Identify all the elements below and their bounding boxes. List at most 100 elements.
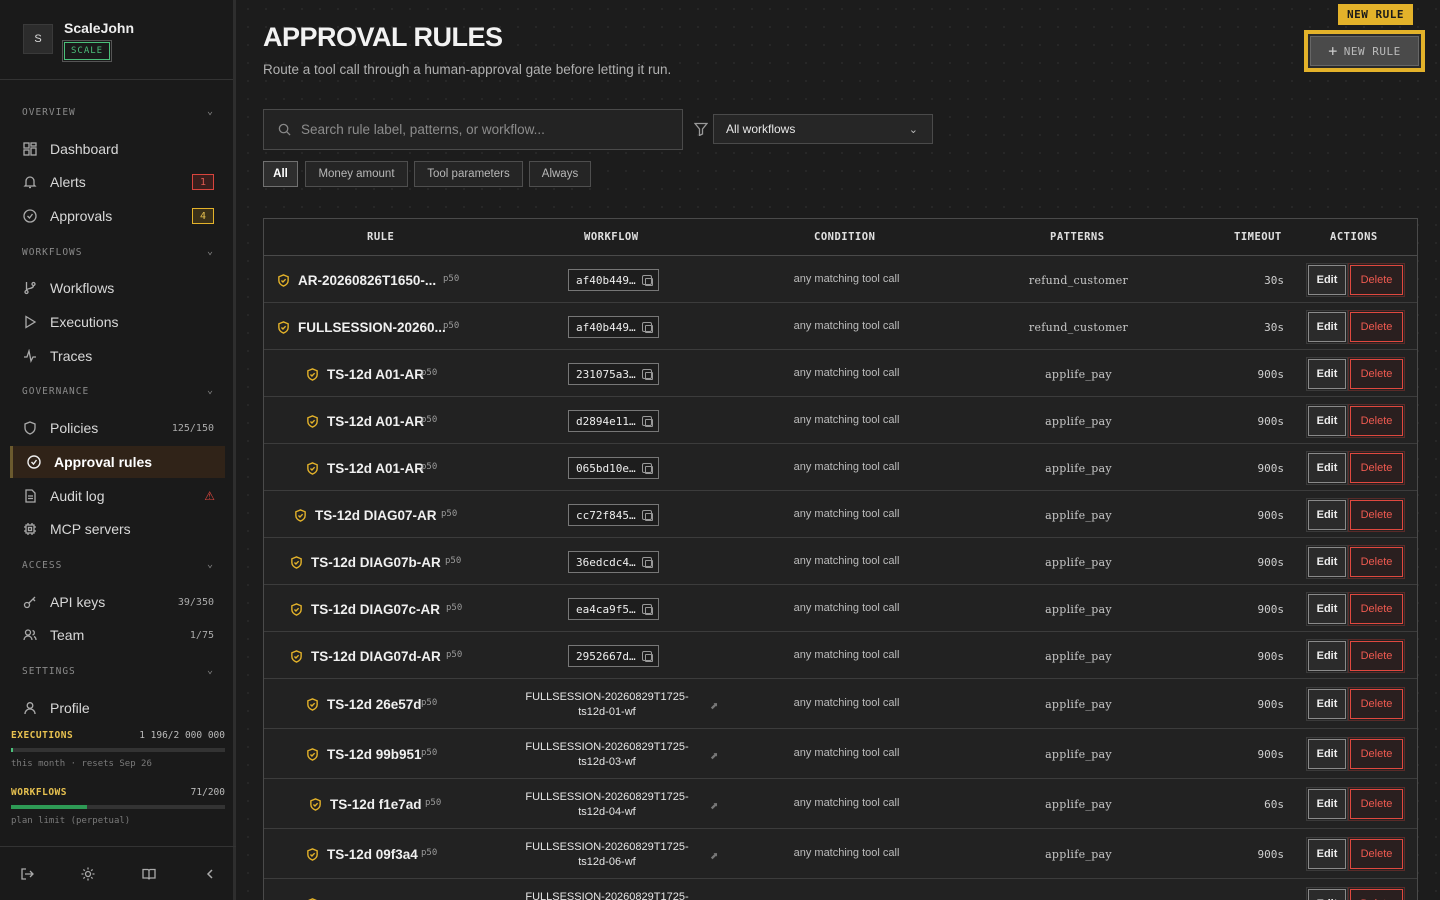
edit-button[interactable]: Edit <box>1306 404 1348 438</box>
copy-icon[interactable] <box>642 604 653 615</box>
delete-button[interactable]: Delete <box>1348 357 1405 391</box>
workflow-name[interactable]: FULLSESSION-20260829T1725-ts12d-03-wf <box>514 740 700 770</box>
copy-icon[interactable] <box>642 322 653 333</box>
rule-cell[interactable]: TS-12d DIAG07c-AR p50 <box>290 600 462 618</box>
delete-button[interactable]: Delete <box>1348 837 1405 871</box>
edit-button[interactable]: Edit <box>1306 687 1348 721</box>
workflow-id-chip[interactable]: af40b449… <box>568 316 659 338</box>
copy-icon[interactable] <box>642 416 653 427</box>
rule-cell[interactable]: TS-12d A01-AR p50 <box>306 365 437 383</box>
delete-button[interactable]: Delete <box>1348 887 1405 900</box>
workflow-id-chip[interactable]: cc72f845… <box>568 504 659 526</box>
sidebar-item-alerts[interactable]: Alerts 1 <box>10 166 225 198</box>
sidebar-item-audit-log[interactable]: Audit log ⚠ <box>10 480 225 512</box>
theme-toggle-icon[interactable] <box>79 865 97 883</box>
edit-button[interactable]: Edit <box>1306 787 1348 821</box>
workflow-id-chip[interactable]: 231075a3… <box>568 363 659 385</box>
copy-icon[interactable] <box>642 510 653 521</box>
sidebar-item-executions[interactable]: Executions <box>10 306 225 338</box>
workspace-switcher[interactable]: S ScaleJohn SCALE <box>0 0 233 80</box>
workflow-id-chip[interactable]: ea4ca9f5… <box>568 598 659 620</box>
sidebar-item-api-keys[interactable]: API keys 39/350 <box>10 586 225 618</box>
sidebar-item-approval-rules[interactable]: Approval rules <box>10 446 225 478</box>
chip-always[interactable]: Always <box>529 161 591 187</box>
rule-cell[interactable]: TS-12d DIAG07-AR p50 <box>294 506 457 524</box>
delete-button[interactable]: Delete <box>1348 787 1405 821</box>
delete-button[interactable]: Delete <box>1348 737 1405 771</box>
edit-button[interactable]: Edit <box>1306 451 1348 485</box>
delete-button[interactable]: Delete <box>1348 404 1405 438</box>
sidebar-item-policies[interactable]: Policies 125/150 <box>10 412 225 444</box>
rule-cell[interactable] <box>306 895 327 900</box>
sidebar-item-approvals[interactable]: Approvals 4 <box>10 200 225 232</box>
edit-button[interactable]: Edit <box>1306 639 1348 673</box>
workflow-id-chip[interactable]: d2894e11… <box>568 410 659 432</box>
delete-button[interactable]: Delete <box>1348 498 1405 532</box>
copy-icon[interactable] <box>642 651 653 662</box>
docs-book-icon[interactable] <box>140 865 158 883</box>
section-governance[interactable]: GOVERNANCE ⌄ <box>22 385 214 397</box>
rule-cell[interactable]: TS-12d 99b951 p50 <box>306 745 437 763</box>
workflow-id-chip[interactable]: 065bd10e… <box>568 457 659 479</box>
edit-button[interactable]: Edit <box>1306 498 1348 532</box>
workflow-id-chip[interactable]: af40b449… <box>568 269 659 291</box>
edit-button[interactable]: Edit <box>1306 592 1348 626</box>
edit-button[interactable]: Edit <box>1306 737 1348 771</box>
sidebar-item-mcp-servers[interactable]: MCP servers <box>10 513 225 545</box>
section-overview[interactable]: OVERVIEW ⌄ <box>22 106 214 118</box>
column-header-actions: ACTIONS <box>1330 231 1378 243</box>
edit-button[interactable]: Edit <box>1306 887 1348 900</box>
sidebar-item-dashboard[interactable]: Dashboard <box>10 133 225 165</box>
edit-button[interactable]: Edit <box>1306 310 1348 344</box>
workflow-name[interactable]: FULLSESSION-20260829T1725-ts12d-06-wf <box>514 840 700 870</box>
delete-button[interactable]: Delete <box>1348 545 1405 579</box>
workflow-id-chip[interactable]: 2952667d… <box>568 645 659 667</box>
edit-button[interactable]: Edit <box>1306 545 1348 579</box>
copy-icon[interactable] <box>642 275 653 286</box>
delete-button[interactable]: Delete <box>1348 310 1405 344</box>
workflow-name[interactable]: FULLSESSION-20260829T1725-ts12d-01-wf <box>514 690 700 720</box>
rule-cell[interactable]: TS-12d A01-AR p50 <box>306 459 437 477</box>
delete-button[interactable]: Delete <box>1348 639 1405 673</box>
workflow-filter-select[interactable]: All workflows ⌄ <box>713 114 933 144</box>
logout-icon[interactable] <box>18 865 36 883</box>
rule-cell[interactable]: TS-12d DIAG07b-AR p50 <box>290 553 461 571</box>
copy-icon[interactable] <box>642 369 653 380</box>
search-input[interactable]: Search rule label, patterns, or workflow… <box>263 109 683 150</box>
rule-cell[interactable]: TS-12d DIAG07d-AR p50 <box>290 647 462 665</box>
collapse-sidebar-icon[interactable] <box>201 865 219 883</box>
workflow-name[interactable]: FULLSESSION-20260829T1725- <box>514 890 700 900</box>
rule-label: FULLSESSION-20260... <box>298 319 446 335</box>
rule-cell[interactable]: FULLSESSION-20260... p50 <box>277 318 459 336</box>
priority-label: p50 <box>421 368 438 378</box>
rule-label: TS-12d f1e7ad <box>330 796 422 812</box>
delete-button[interactable]: Delete <box>1348 451 1405 485</box>
delete-button[interactable]: Delete <box>1348 592 1405 626</box>
pattern-text: applife_pay <box>1045 462 1112 475</box>
delete-button[interactable]: Delete <box>1348 687 1405 721</box>
delete-button[interactable]: Delete <box>1348 263 1405 297</box>
copy-icon[interactable] <box>642 463 653 474</box>
sidebar-item-team[interactable]: Team 1/75 <box>10 619 225 651</box>
section-workflows[interactable]: WORKFLOWS ⌄ <box>22 246 214 258</box>
rule-cell[interactable]: TS-12d A01-AR p50 <box>306 412 437 430</box>
workflow-name[interactable]: FULLSESSION-20260829T1725-ts12d-04-wf <box>514 790 700 820</box>
sidebar-item-traces[interactable]: Traces <box>10 340 225 372</box>
sidebar-item-profile[interactable]: Profile <box>10 692 225 724</box>
section-access[interactable]: ACCESS ⌄ <box>22 559 214 571</box>
workflow-id-chip[interactable]: 36edcdc4… <box>568 551 659 573</box>
rule-cell[interactable]: TS-12d 26e57d p50 <box>306 695 437 713</box>
chip-money-amount[interactable]: Money amount <box>305 161 408 187</box>
chip-all[interactable]: All <box>263 161 298 187</box>
section-settings[interactable]: SETTINGS ⌄ <box>22 665 214 677</box>
chip-tool-parameters[interactable]: Tool parameters <box>414 161 523 187</box>
new-rule-button[interactable]: + NEW RULE <box>1304 30 1425 72</box>
sidebar-item-workflows[interactable]: Workflows <box>10 272 225 304</box>
rule-cell[interactable]: TS-12d f1e7ad p50 <box>309 795 441 813</box>
edit-button[interactable]: Edit <box>1306 357 1348 391</box>
edit-button[interactable]: Edit <box>1306 837 1348 871</box>
copy-icon[interactable] <box>642 557 653 568</box>
rule-cell[interactable]: TS-12d 09f3a4 p50 <box>306 845 437 863</box>
edit-button[interactable]: Edit <box>1306 263 1348 297</box>
rule-cell[interactable]: AR-20260826T1650-... p50 <box>277 271 459 289</box>
